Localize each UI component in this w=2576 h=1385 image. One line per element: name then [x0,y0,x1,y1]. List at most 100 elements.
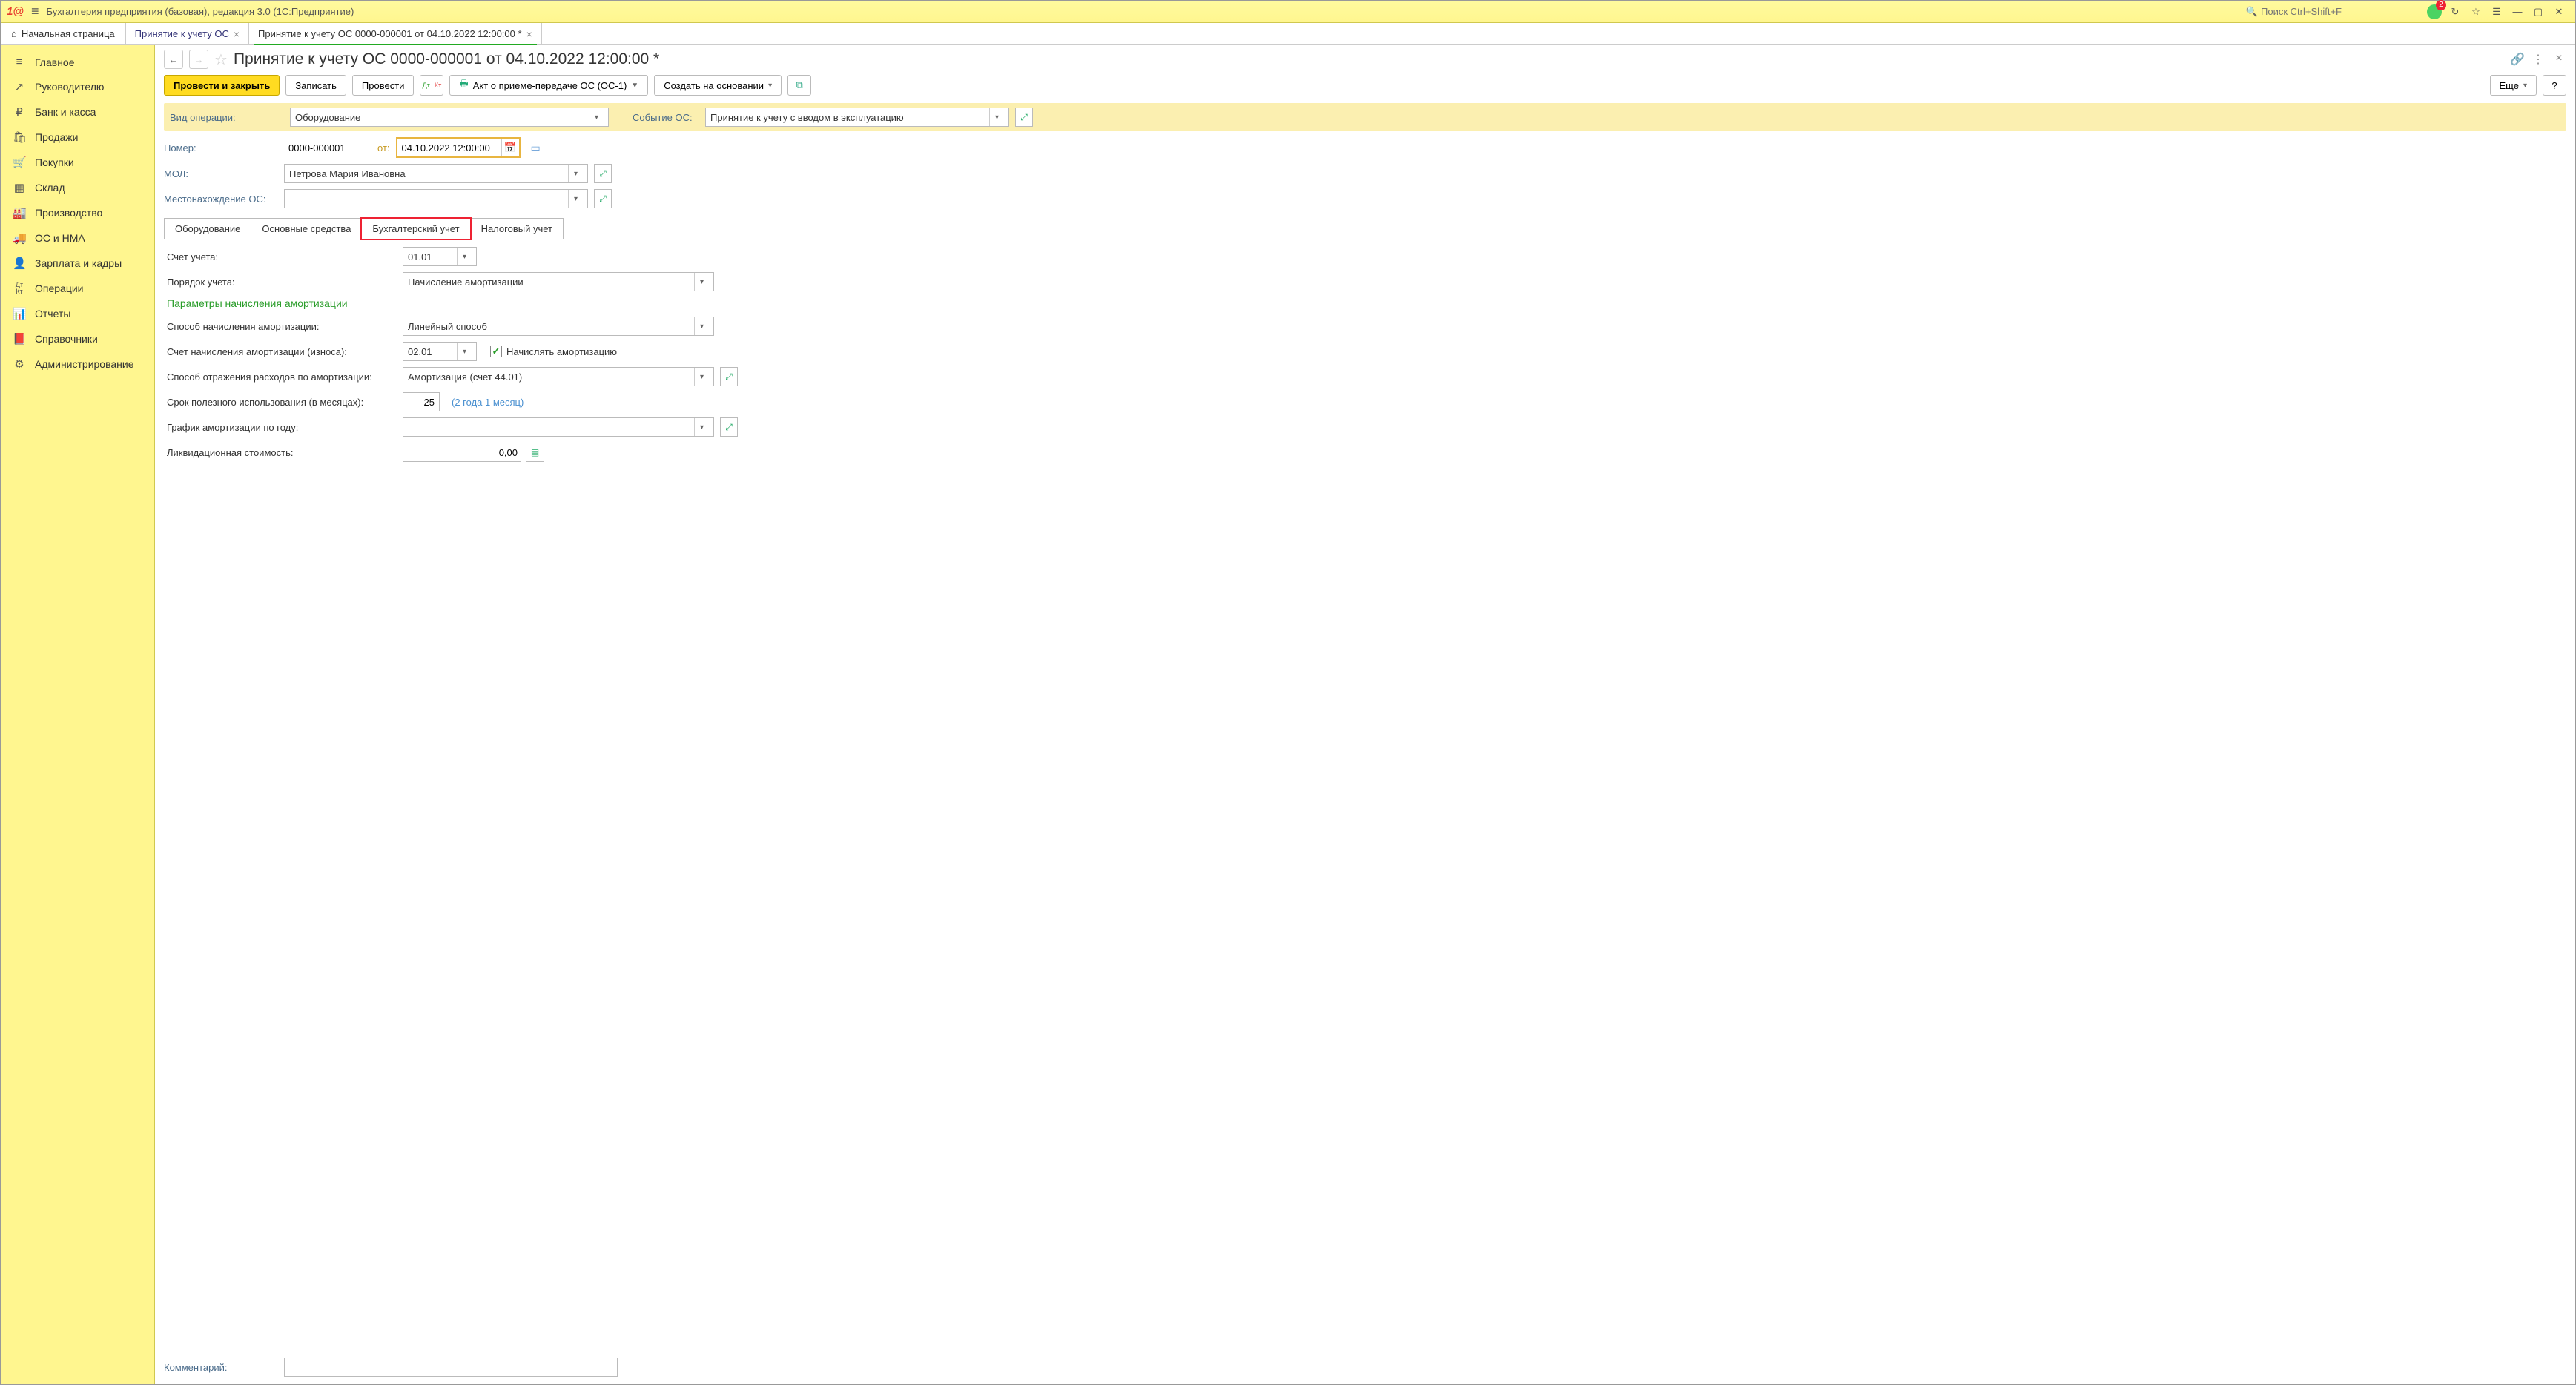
schedule-select[interactable]: ▾ [403,417,714,437]
open-ref-button[interactable]: ⤢ [594,164,612,183]
doc-status-icon: ▭ [531,142,541,154]
inner-tab-accounting[interactable]: Бухгалтерский учет [361,218,470,239]
sidebar-item-main[interactable]: ≡Главное [1,50,154,74]
sidebar-item-reports[interactable]: 📊Отчеты [1,301,154,326]
comment-row: Комментарий: [155,1352,2575,1384]
mol-select[interactable]: Петрова Мария Ивановна ▾ [284,164,588,183]
create-based-button[interactable]: Создать на основании▾ [654,75,782,96]
tab-asset-acceptance-list[interactable]: Принятие к учету ОС × [126,23,249,44]
method-select[interactable]: Линейный способ ▾ [403,317,714,336]
sidebar-item-manager[interactable]: ↗Руководителю [1,74,154,99]
order-label: Порядок учета: [167,277,397,288]
open-ref-button[interactable]: ⤢ [720,417,738,437]
account-select[interactable]: 01.01 ▾ [403,247,477,266]
home-tab[interactable]: ⌂ Начальная страница [1,23,126,44]
date-input[interactable] [397,139,501,156]
calc-icon[interactable]: ▤ [526,443,544,462]
cart-icon: 🛒 [13,156,26,169]
star-icon[interactable]: ☆ [2467,3,2485,21]
sidebar-item-sales[interactable]: 🛍Продажи [1,125,154,150]
dep-account-select[interactable]: 02.01 ▾ [403,342,477,361]
link-icon[interactable]: 🔗 [2510,52,2525,67]
sidebar-item-label: Продажи [35,131,78,143]
favorite-icon[interactable]: ☆ [214,50,228,69]
post-and-close-button[interactable]: Провести и закрыть [164,75,280,96]
order-select[interactable]: Начисление амортизации ▾ [403,272,714,291]
expense-select[interactable]: Амортизация (счет 44.01) ▾ [403,367,714,386]
inner-tab-tax[interactable]: Налоговый учет [470,218,564,239]
expense-value: Амортизация (счет 44.01) [408,371,694,383]
toggles-icon[interactable]: ☰ [2488,3,2506,21]
dtkt-icon: ДтКт [13,282,26,295]
person-icon: 👤 [13,257,26,270]
search-input[interactable] [2261,6,2409,17]
search-box[interactable]: 🔍 [2246,6,2409,18]
inner-tab-equipment[interactable]: Оборудование [164,218,251,239]
sidebar-item-salary[interactable]: 👤Зарплата и кадры [1,251,154,276]
print-label: Акт о приеме-передаче ОС (ОС-1) [473,80,627,91]
inner-tab-fixed-assets[interactable]: Основные средства [251,218,362,239]
tab-close-icon[interactable]: × [234,28,240,40]
tab-close-icon[interactable]: × [526,28,532,40]
useful-life-hint: (2 года 1 месяц) [452,397,524,408]
sidebar-item-operations[interactable]: ДтКт Операции [1,276,154,301]
chart-icon: 📊 [13,307,26,320]
date-field[interactable]: 📅 [396,137,521,158]
print-button[interactable]: 🖶Акт о приеме-передаче ОС (ОС-1)▼ [449,75,648,96]
event-select[interactable]: Принятие к учету с вводом в эксплуатацию… [705,108,1009,127]
open-ref-button[interactable]: ⤢ [1015,108,1033,127]
chevron-down-icon: ▾ [694,368,709,386]
sidebar-item-purchases[interactable]: 🛒 Покупки [1,150,154,175]
op-type-label: Вид операции: [170,112,284,123]
minimize-icon[interactable]: — [2509,3,2526,21]
menu-icon[interactable]: ≡ [31,4,39,19]
calc-depreciation-checkbox[interactable]: ✓ Начислять амортизацию [490,346,617,357]
number-field[interactable] [284,138,371,157]
post-button[interactable]: Провести [352,75,415,96]
sidebar-item-bank[interactable]: ₽Банк и касса [1,99,154,125]
expense-label: Способ отражения расходов по амортизации… [167,371,397,383]
from-label: от: [377,142,390,153]
dtkt-button[interactable]: ДтКт [420,75,443,96]
comment-label: Комментарий: [164,1362,278,1373]
save-button[interactable]: Записать [285,75,346,96]
close-panel-icon[interactable]: × [2552,52,2566,67]
close-icon[interactable]: ✕ [2550,3,2568,21]
help-button[interactable]: ? [2543,75,2566,96]
op-type-select[interactable]: Оборудование ▾ [290,108,609,127]
event-label: Событие ОС: [633,112,699,123]
account-label: Счет учета: [167,251,397,262]
sidebar-item-label: Покупки [35,156,74,168]
order-value: Начисление амортизации [408,277,694,288]
comment-field[interactable] [284,1358,618,1377]
liquidation-field[interactable] [403,443,521,462]
more-button[interactable]: Еще▾ [2490,75,2537,96]
sidebar-item-admin[interactable]: ⚙Администрирование [1,351,154,377]
sidebar-item-label: Операции [35,282,84,294]
sidebar-item-warehouse[interactable]: ▦Склад [1,175,154,200]
arrow-icon: ↗ [13,80,26,93]
chevron-down-icon: ▾ [989,108,1004,126]
maximize-icon[interactable]: ▢ [2529,3,2547,21]
page-title: Принятие к учету ОС 0000-000001 от 04.10… [234,50,2504,68]
useful-life-label: Срок полезного использования (в месяцах)… [167,397,397,408]
sidebar-item-production[interactable]: 🏭Производство [1,200,154,225]
kebab-icon[interactable]: ⋮ [2531,52,2546,67]
open-ref-button[interactable]: ⤢ [594,189,612,208]
sidebar-item-label: Администрирование [35,358,134,370]
notifications-button[interactable]: 2 [2425,3,2443,21]
back-button[interactable]: ← [164,50,183,69]
location-select[interactable]: ▾ [284,189,588,208]
history-icon[interactable]: ↻ [2446,3,2464,21]
open-ref-button[interactable]: ⤢ [720,367,738,386]
useful-life-field[interactable] [403,392,440,411]
calendar-icon[interactable]: 📅 [501,139,519,156]
sidebar-item-references[interactable]: 📕Справочники [1,326,154,351]
more-label: Еще [2500,80,2519,91]
structure-button[interactable]: ⧉ [787,75,811,96]
sidebar-item-assets[interactable]: 🚚ОС и НМА [1,225,154,251]
chevron-down-icon: ▾ [568,165,583,182]
tab-asset-acceptance-doc[interactable]: Принятие к учету ОС 0000-000001 от 04.10… [249,23,542,44]
tab-label: Принятие к учету ОС 0000-000001 от 04.10… [258,28,522,39]
forward-button: → [189,50,208,69]
